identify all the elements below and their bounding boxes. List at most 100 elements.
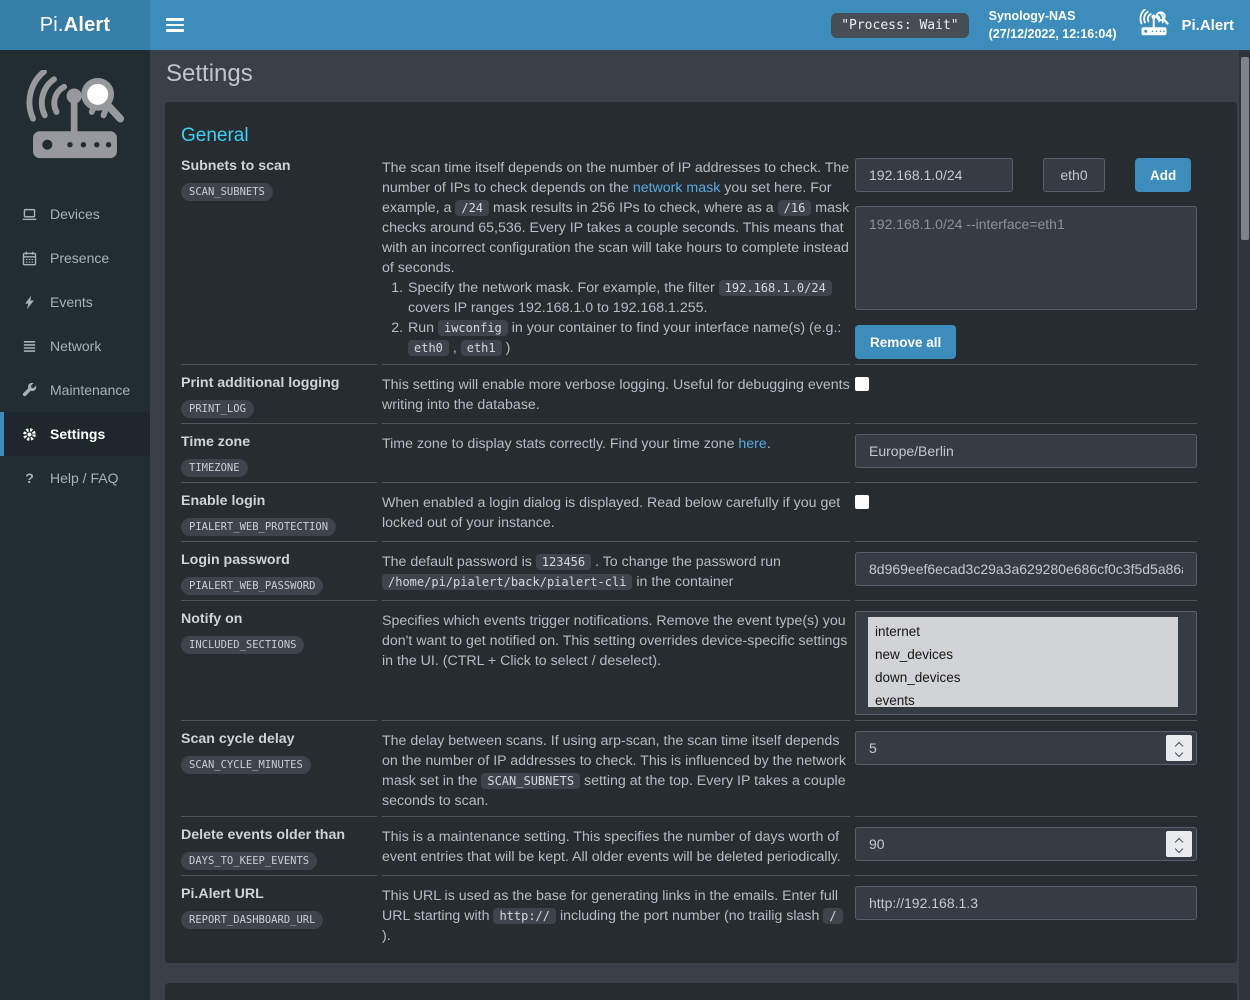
setting-description: When enabled a login dialog is displayed… xyxy=(382,482,850,541)
setting-description: The delay between scans. If using arp-sc… xyxy=(382,720,850,816)
page-title: Settings xyxy=(166,60,1237,88)
network-icon xyxy=(21,339,38,354)
setting-control-cell xyxy=(855,364,1197,423)
inline-code: eth1 xyxy=(461,340,502,356)
setting-key-badge: SCAN_SUBNETS xyxy=(181,183,273,201)
setting-control-cell xyxy=(855,816,1197,875)
setting-name: Time zone xyxy=(181,434,377,451)
sidebar-item-network[interactable]: Network xyxy=(0,324,150,368)
setting-key-badge: INCLUDED_SECTIONS xyxy=(181,636,304,654)
brand-logo[interactable]: Pi.Alert xyxy=(0,0,150,50)
pi-alert-url-input[interactable] xyxy=(855,886,1197,920)
subnet-list-textarea[interactable] xyxy=(855,206,1197,310)
wrench-icon xyxy=(21,383,38,398)
sidebar: Devices Presence Events Network Maintenance S… xyxy=(0,50,150,1000)
setting-description: Time zone to display stats correctly. Fi… xyxy=(382,423,850,482)
time-zone-input[interactable] xyxy=(855,434,1197,468)
sidebar-item-label: Settings xyxy=(50,426,105,442)
setting-key-badge: PIALERT_WEB_PROTECTION xyxy=(181,518,336,536)
sidebar-item-settings[interactable]: Settings xyxy=(0,412,150,456)
inline-link[interactable]: here xyxy=(738,436,766,452)
settings-panel-general: GeneralSubnets to scanSCAN_SUBNETSThe sc… xyxy=(165,102,1237,963)
setting-control-cell xyxy=(855,482,1197,541)
number-spinner[interactable] xyxy=(1166,831,1192,857)
setting-name: Delete events older than xyxy=(181,827,377,844)
calendar-icon xyxy=(21,251,38,266)
host-info: Synology-NAS (27/12/2022, 12:16:04) xyxy=(989,7,1117,43)
brand-text: Pi. xyxy=(40,14,64,37)
setting-name-cell: Subnets to scan SCAN_SUBNETS xyxy=(181,148,377,364)
notify-on-multiselect[interactable]: internetnew_devicesdown_devicesevents xyxy=(855,611,1197,715)
inline-code: /24 xyxy=(455,200,489,216)
sidebar-item-help-faq[interactable]: ? Help / FAQ xyxy=(0,456,150,500)
sidebar-nav: Devices Presence Events Network Maintenance S… xyxy=(0,192,150,500)
enable-login-checkbox[interactable] xyxy=(855,495,869,509)
print-additional-logging-checkbox[interactable] xyxy=(855,377,869,391)
host-name: Synology-NAS xyxy=(989,7,1117,25)
setting-key-badge: PIALERT_WEB_PASSWORD xyxy=(181,577,323,595)
setting-key-badge: SCAN_CYCLE_MINUTES xyxy=(181,756,311,774)
question-icon: ? xyxy=(21,470,38,486)
number-spinner[interactable] xyxy=(1166,735,1192,761)
setting-name-cell: Enable login PIALERT_WEB_PROTECTION xyxy=(181,482,377,541)
sidebar-item-events[interactable]: Events xyxy=(0,280,150,324)
select-option[interactable]: internet xyxy=(868,620,1178,643)
setting-name: Notify on xyxy=(181,611,377,628)
setting-name-cell: Delete events older than DAYS_TO_KEEP_EVE… xyxy=(181,816,377,875)
nav-brand[interactable]: Pi.Alert xyxy=(1136,9,1234,41)
scrollbar-thumb[interactable] xyxy=(1241,57,1249,240)
setting-row-print-additional-logging: Print additional loggingPRINT_LOGThis se… xyxy=(181,364,1197,423)
setting-control-cell: Add Remove all xyxy=(855,148,1197,364)
sidebar-item-label: Presence xyxy=(50,250,109,266)
setting-name: Pi.Alert URL xyxy=(181,886,377,903)
sidebar-item-presence[interactable]: Presence xyxy=(0,236,150,280)
sidebar-toggle-icon[interactable] xyxy=(166,18,184,32)
setting-name-cell: Pi.Alert URLREPORT_DASHBOARD_URL xyxy=(181,875,377,951)
main-content: Settings General Subnets to scan SCAN_SUBN… xyxy=(150,50,1250,1000)
interface-input[interactable] xyxy=(1043,158,1105,192)
add-subnet-button[interactable]: Add xyxy=(1135,158,1191,192)
delete-events-older-than-number-input[interactable] xyxy=(855,827,1197,861)
sidebar-item-label: Help / FAQ xyxy=(50,470,118,486)
subnet-input[interactable] xyxy=(855,158,1013,192)
setting-name-cell: Notify on INCLUDED_SECTIONS xyxy=(181,600,377,720)
inline-code: /16 xyxy=(778,200,812,216)
setting-name: Print additional logging xyxy=(181,375,377,392)
setting-name: Subnets to scan xyxy=(181,158,377,175)
scan-cycle-delay-number-input[interactable] xyxy=(855,731,1197,765)
setting-row-pi-alert-url: Pi.Alert URLREPORT_DASHBOARD_URLThis URL… xyxy=(181,875,1197,951)
setting-name-cell: Print additional loggingPRINT_LOG xyxy=(181,364,377,423)
multiselect-options: internetnew_devicesdown_devicesevents xyxy=(868,617,1178,707)
nav-brand-label: Pi.Alert xyxy=(1181,17,1234,34)
inline-code: http:// xyxy=(493,908,556,924)
sidebar-item-label: Maintenance xyxy=(50,382,130,398)
router-scan-logo xyxy=(0,50,150,192)
inline-link[interactable]: network mask xyxy=(633,180,721,196)
remove-all-button[interactable]: Remove all xyxy=(855,325,956,359)
sidebar-item-devices[interactable]: Devices xyxy=(0,192,150,236)
setting-key-badge: DAYS_TO_KEEP_EVENTS xyxy=(181,852,317,870)
top-navbar: Pi.Alert "Process: Wait" Synology-NAS (2… xyxy=(0,0,1250,50)
setting-name-cell: Scan cycle delay SCAN_CYCLE_MINUTES xyxy=(181,720,377,816)
sidebar-item-maintenance[interactable]: Maintenance xyxy=(0,368,150,412)
select-option[interactable]: down_devices xyxy=(868,666,1178,689)
inline-code: / xyxy=(823,908,842,924)
setting-name: Enable login xyxy=(181,493,377,510)
bolt-icon xyxy=(21,295,38,310)
select-option[interactable]: events xyxy=(868,689,1178,707)
router-scan-icon xyxy=(1136,9,1172,41)
setting-name: Scan cycle delay xyxy=(181,731,377,748)
setting-row-login-password: Login passwordPIALERT_WEB_PASSWORDThe de… xyxy=(181,541,1197,600)
gear-icon xyxy=(21,427,38,442)
setting-description: This is a maintenance setting. This spec… xyxy=(382,816,850,875)
description-list: Specify the network mask. For example, t… xyxy=(382,278,850,358)
vertical-scrollbar[interactable] xyxy=(1239,50,1250,1000)
select-option[interactable]: new_devices xyxy=(868,643,1178,666)
section-title: General xyxy=(181,124,1197,148)
login-password-input[interactable] xyxy=(855,552,1197,586)
sidebar-item-label: Network xyxy=(50,338,101,354)
setting-control-cell xyxy=(855,875,1197,951)
setting-name-cell: Time zoneTIMEZONE xyxy=(181,423,377,482)
setting-row-delete-events-older-than: Delete events older than DAYS_TO_KEEP_EVE… xyxy=(181,816,1197,875)
setting-row-enable-login: Enable login PIALERT_WEB_PROTECTION When e… xyxy=(181,482,1197,541)
